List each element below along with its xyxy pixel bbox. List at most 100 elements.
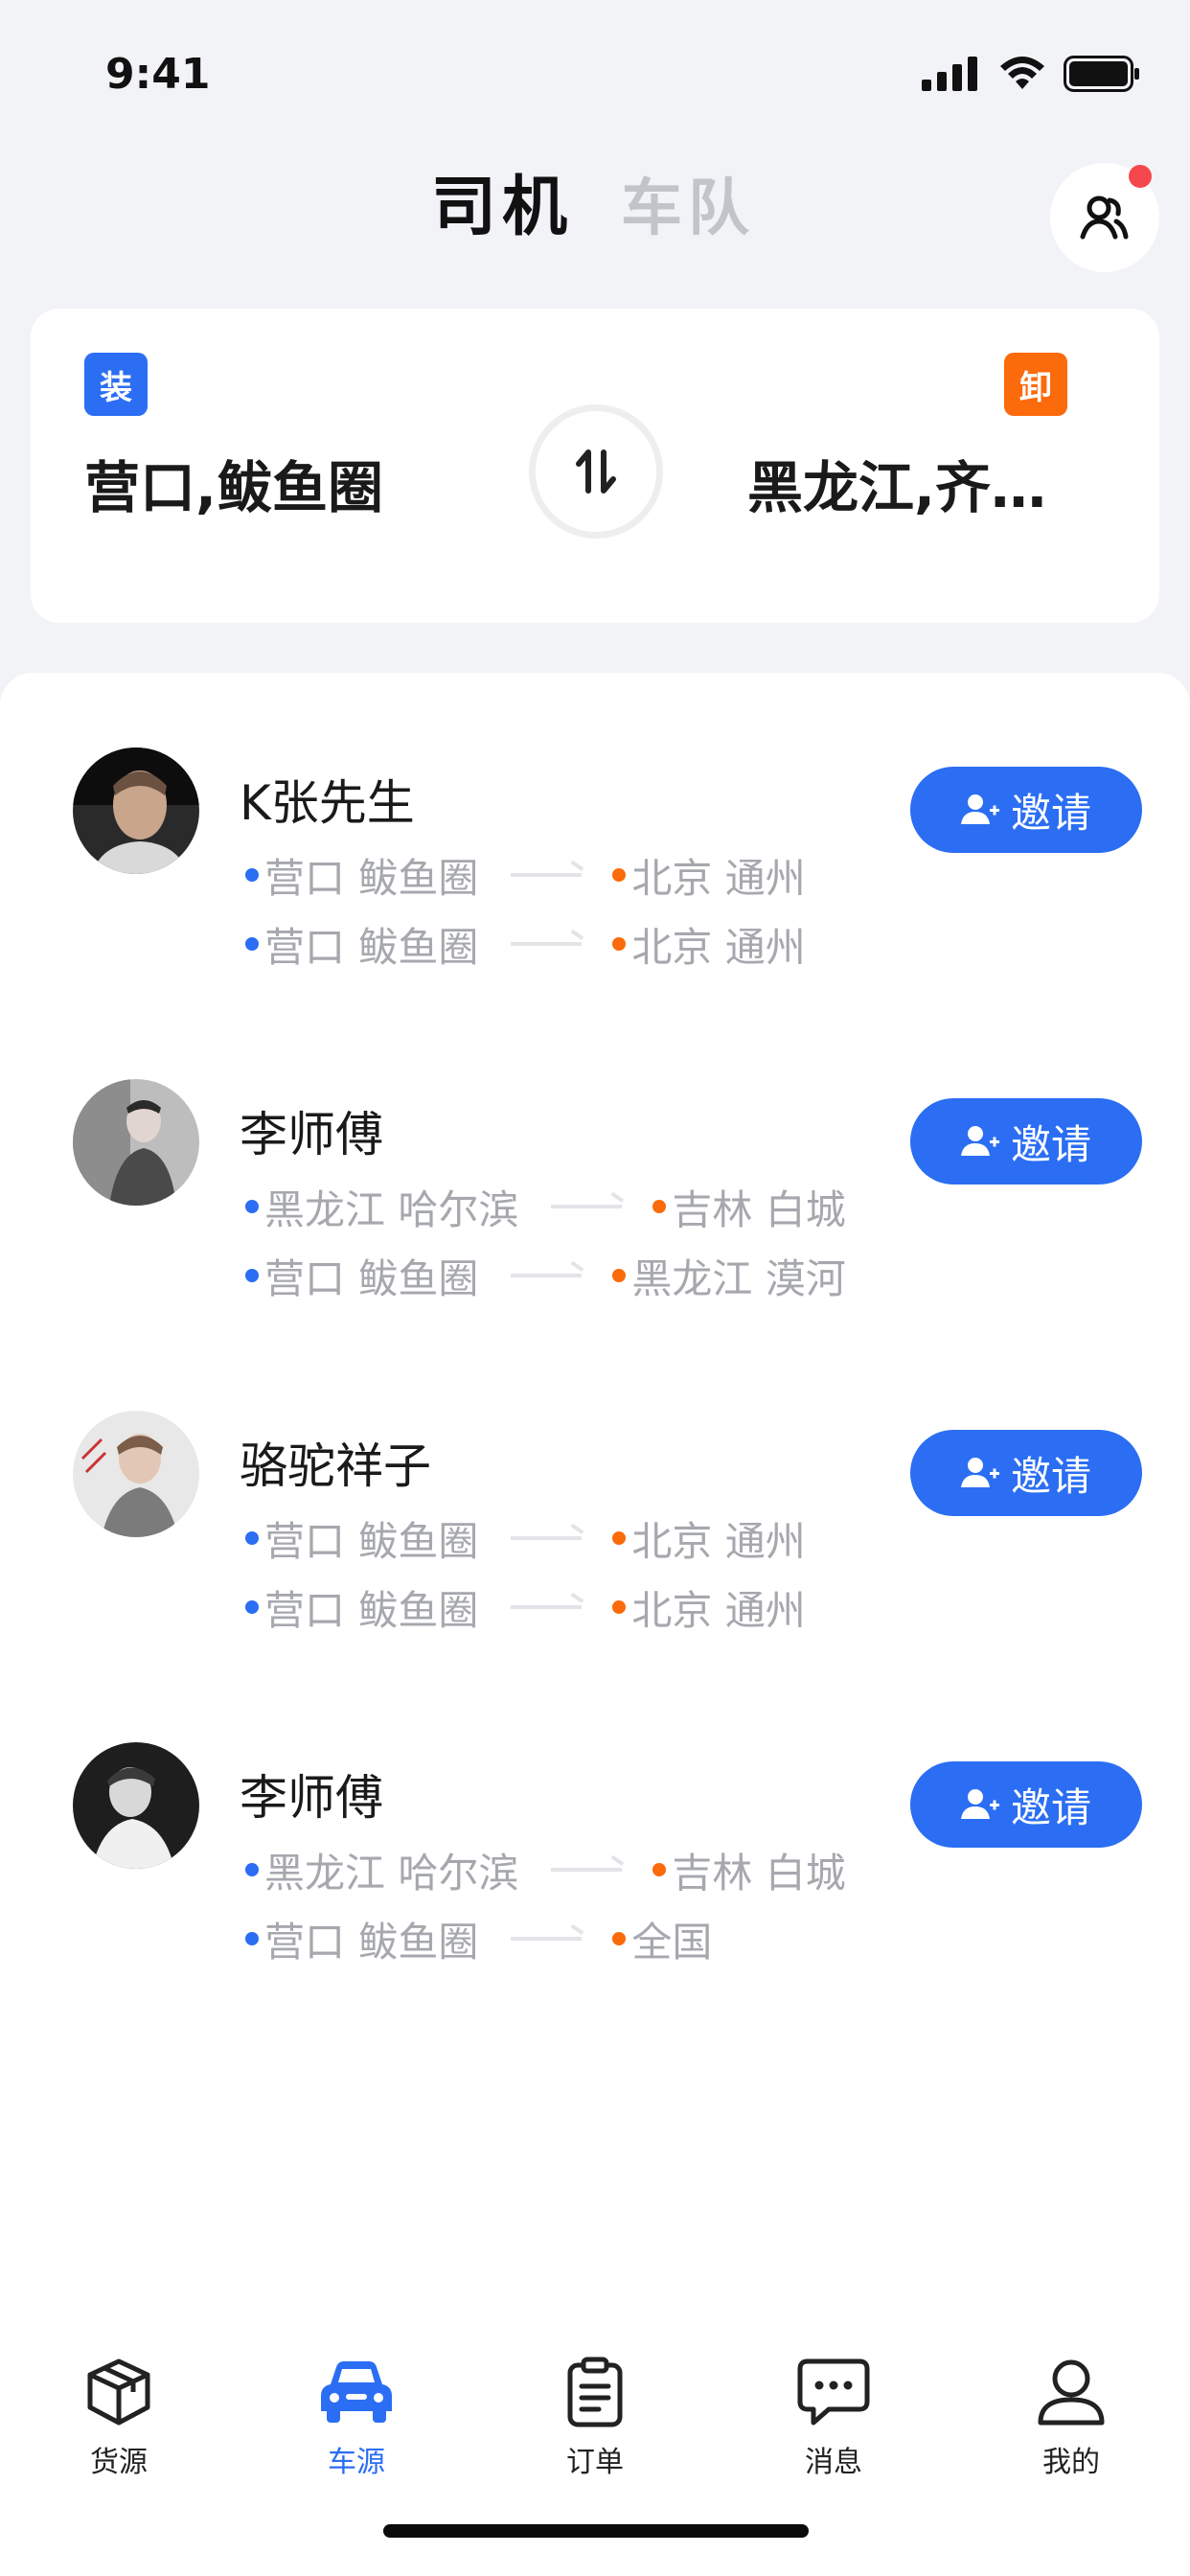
invite-label: 邀请 (1010, 1452, 1091, 1500)
notification-dot (1129, 165, 1152, 188)
route-line: 营口 鲅鱼圈 北京 通州 (245, 1514, 806, 1565)
user-icon (1038, 2359, 1105, 2426)
list-item[interactable]: 李师傅 黑龙江 哈尔滨 吉林 白城 营口 鲅鱼圈 全国 邀请 (0, 1668, 1190, 1966)
invite-button[interactable]: 邀请 (910, 1098, 1142, 1184)
route-from: 营口 鲅鱼圈 (264, 854, 479, 902)
origin-dot (245, 1600, 259, 1614)
route-search-card: 装 卸 营口,鲅鱼圈 黑龙江,齐齐哈尔 (31, 309, 1159, 623)
signal-icon (922, 57, 977, 91)
route-line: 营口 鲅鱼圈 北京 通州 (245, 1583, 806, 1634)
home-indicator (383, 2524, 809, 2538)
wifi-icon (1000, 57, 1044, 89)
tabbar-label: 我的 (1042, 2446, 1100, 2479)
route-to: 北京 通州 (631, 923, 806, 971)
invite-label: 邀请 (1010, 789, 1091, 837)
battery-icon (1064, 56, 1139, 92)
route-line: 营口 鲅鱼圈 北京 通州 (245, 851, 806, 902)
unload-tag: 卸 (1004, 353, 1067, 416)
route-from: 黑龙江 哈尔滨 (264, 1849, 519, 1897)
invite-label: 邀请 (1010, 1120, 1091, 1168)
origin-dot (245, 1269, 259, 1282)
arrow-icon (511, 1605, 583, 1609)
origin-dot (245, 1200, 259, 1213)
destination-dot (612, 1269, 627, 1282)
destination-dot (612, 1600, 627, 1614)
route-to: 黑龙江 漠河 (631, 1254, 846, 1302)
origin-dot (245, 1531, 259, 1545)
route-to: 北京 通州 (631, 854, 806, 902)
destination-dot (612, 1531, 627, 1545)
list-item[interactable]: 李师傅 黑龙江 哈尔滨 吉林 白城 营口 鲅鱼圈 黑龙江 漠河 邀请 (0, 1004, 1190, 1302)
contacts-button[interactable] (1050, 163, 1159, 272)
destination-dot (652, 1200, 667, 1213)
load-tag: 装 (84, 353, 148, 416)
status-icons (922, 56, 1140, 92)
box-icon (87, 2358, 150, 2426)
tabbar-label: 订单 (566, 2446, 624, 2479)
route-line: 营口 鲅鱼圈 北京 通州 (245, 920, 806, 971)
invite-button[interactable]: 邀请 (910, 767, 1142, 853)
header-tabs: 司机 车队 (0, 153, 1190, 249)
list-item[interactable]: 骆驼祥子 营口 鲅鱼圈 北京 通州 营口 鲅鱼圈 北京 通州 邀请 (0, 1336, 1190, 1634)
route-from: 黑龙江 哈尔滨 (264, 1185, 519, 1233)
tabbar-item-vehicles[interactable]: 车源 (280, 2356, 433, 2480)
arrow-icon (551, 1868, 623, 1872)
driver-name: 李师傅 (240, 1770, 383, 1826)
route-from: 营口 鲅鱼圈 (264, 1517, 479, 1565)
tabbar-item-profile[interactable]: 我的 (995, 2356, 1148, 2480)
tabbar-item-cargo[interactable]: 货源 (42, 2356, 195, 2480)
route-from: 营口 鲅鱼圈 (264, 1254, 479, 1302)
origin-dot (245, 937, 259, 951)
status-time: 9:41 (105, 50, 211, 99)
arrow-icon (511, 1274, 583, 1277)
destination-dot (652, 1863, 667, 1876)
avatar (73, 1079, 199, 1206)
route-to: 全国 (631, 1918, 713, 1966)
swap-button[interactable] (529, 404, 663, 539)
driver-name: K张先生 (240, 775, 415, 831)
arrow-icon (511, 1536, 583, 1540)
route-from: 营口 鲅鱼圈 (264, 1918, 479, 1966)
bottom-tab-bar: 货源 车源 订单 消息 我的 (0, 2329, 1190, 2576)
add-user-icon (960, 1458, 999, 1487)
destination-dot (612, 868, 627, 882)
tab-drivers[interactable]: 司机 (431, 153, 573, 248)
destination-dot (612, 937, 627, 951)
avatar (73, 1742, 199, 1869)
arrow-icon (511, 1937, 583, 1941)
origin-selector[interactable]: 营口,鲅鱼圈 (84, 443, 383, 523)
route-to: 北京 通州 (631, 1586, 806, 1634)
arrow-icon (511, 942, 583, 946)
contacts-icon (1080, 196, 1129, 240)
tabbar-label: 车源 (328, 2446, 385, 2479)
arrow-icon (511, 873, 583, 877)
avatar (73, 1411, 199, 1537)
tabbar-item-orders[interactable]: 订单 (518, 2356, 672, 2480)
invite-button[interactable]: 邀请 (910, 1761, 1142, 1848)
route-line: 黑龙江 哈尔滨 吉林 白城 (245, 1183, 846, 1233)
tabbar-label: 货源 (90, 2446, 148, 2479)
status-bar: 9:41 (0, 0, 1190, 144)
car-icon (321, 2361, 392, 2423)
list-item[interactable]: K张先生 营口 鲅鱼圈 北京 通州 营口 鲅鱼圈 北京 通州 邀请 (0, 673, 1190, 971)
destination-selector[interactable]: 黑龙江,齐齐哈尔 (747, 443, 1083, 523)
route-line: 黑龙江 哈尔滨 吉林 白城 (245, 1846, 846, 1897)
chat-icon (797, 2358, 870, 2426)
driver-name: 李师傅 (240, 1107, 383, 1162)
clipboard-icon (567, 2357, 623, 2427)
tab-fleet[interactable]: 车队 (621, 159, 755, 247)
destination-dot (612, 1932, 627, 1945)
origin-dot (245, 868, 259, 882)
route-to: 吉林 白城 (672, 1849, 846, 1897)
route-to: 吉林 白城 (672, 1185, 846, 1233)
invite-button[interactable]: 邀请 (910, 1430, 1142, 1516)
origin-dot (245, 1932, 259, 1945)
tabbar-item-messages[interactable]: 消息 (757, 2356, 910, 2480)
driver-list: K张先生 营口 鲅鱼圈 北京 通州 营口 鲅鱼圈 北京 通州 邀请 李师傅 黑龙… (0, 673, 1190, 2576)
route-to: 北京 通州 (631, 1517, 806, 1565)
add-user-icon (960, 1126, 999, 1156)
add-user-icon (960, 794, 999, 824)
driver-name: 骆驼祥子 (240, 1438, 431, 1494)
add-user-icon (960, 1789, 999, 1819)
route-from: 营口 鲅鱼圈 (264, 923, 479, 971)
